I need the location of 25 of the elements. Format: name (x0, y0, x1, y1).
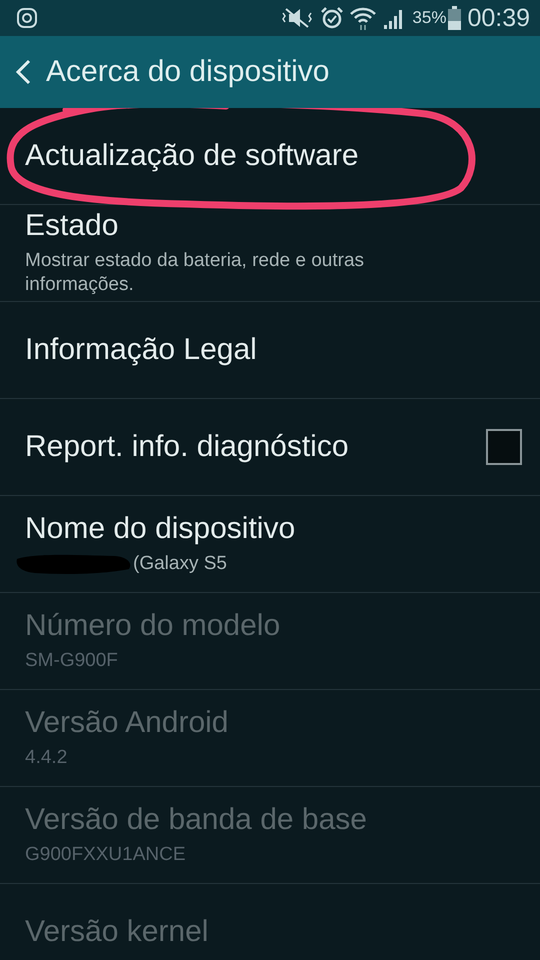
mute-icon (280, 7, 314, 29)
back-icon[interactable] (14, 58, 32, 86)
clock-time: 00:39 (467, 4, 530, 32)
setting-summary: Mostrar estado da bateria, rede e outras informações. (25, 249, 366, 297)
alarm-icon (320, 6, 344, 30)
setting-summary: (Galaxy S5 (133, 552, 227, 576)
checkbox[interactable] (486, 429, 522, 465)
setting-title[interactable]: Estado (25, 209, 522, 244)
setting-summary: 4.4.2 (25, 746, 68, 770)
setting-summary: G900FXXU1ANCE (25, 843, 186, 867)
setting-title[interactable]: Actualização de software (25, 139, 522, 173)
screen-title: Acerca do dispositivo (46, 55, 330, 89)
battery-percentage: 35% (412, 8, 446, 28)
wifi-icon (350, 6, 376, 30)
setting-title: Versão Android (25, 706, 230, 740)
setting-title: Versão kernel (25, 915, 210, 949)
setting-title[interactable]: Nome do dispositivo (25, 512, 522, 546)
setting-title: Número do modelo (25, 609, 282, 644)
signal-icon (382, 7, 404, 29)
battery-icon (448, 6, 462, 30)
setting-title: Versão de banda de base (25, 803, 368, 838)
setting-title[interactable]: Informação Legal (25, 333, 522, 367)
setting-summary: SM-G900F (25, 649, 118, 673)
app-notification-icon (16, 7, 38, 29)
setting-title[interactable]: Report. info. diagnóstico (25, 430, 486, 464)
